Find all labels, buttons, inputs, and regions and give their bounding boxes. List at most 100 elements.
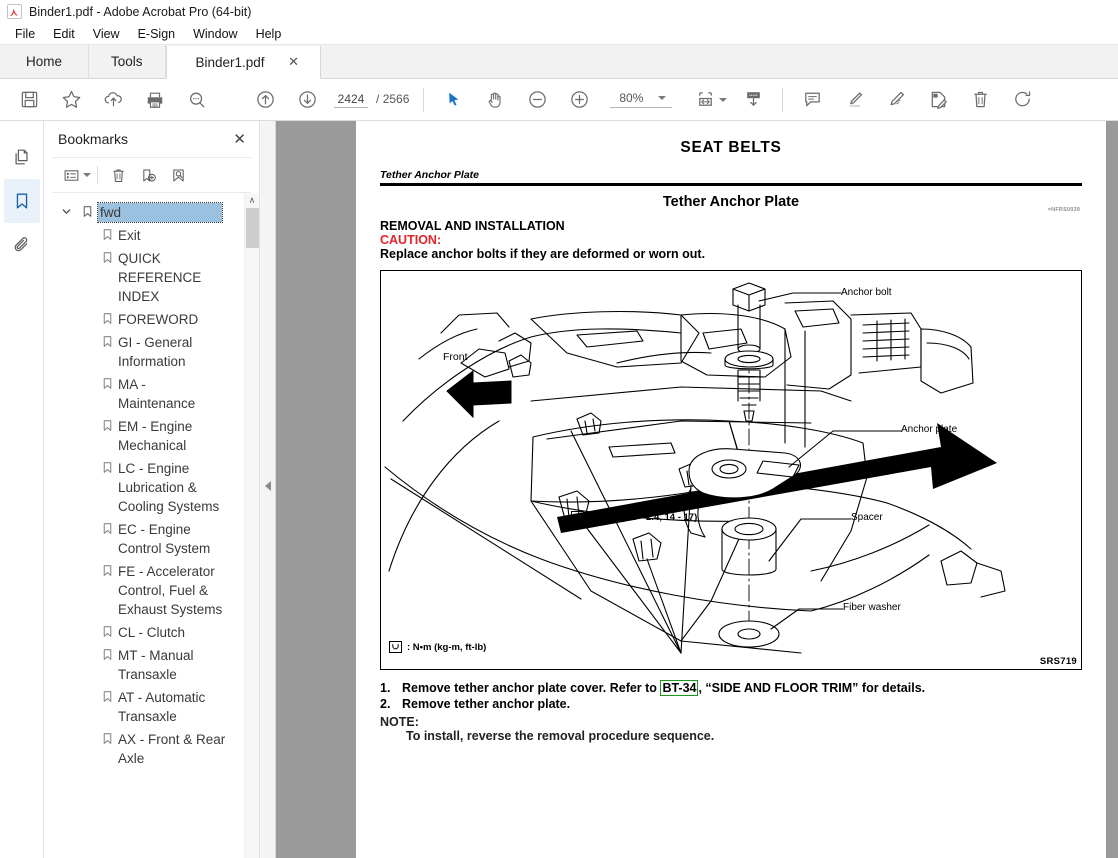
menu-file[interactable]: File bbox=[6, 25, 44, 43]
document-heading: Tether Anchor Plate bbox=[662, 194, 800, 210]
caution-text: Replace anchor bolts if they are deforme… bbox=[380, 247, 706, 261]
bookmarks-icon[interactable] bbox=[3, 179, 40, 223]
toolbar-divider-1 bbox=[423, 87, 425, 112]
comment-button[interactable] bbox=[791, 81, 833, 119]
hand-tool-button[interactable] bbox=[474, 81, 516, 119]
page-navigation: 2424 / 2566 bbox=[334, 92, 409, 108]
step-text-before: Remove tether anchor plate cover. Refer … bbox=[402, 681, 657, 695]
bookmarks-toolbar-divider bbox=[97, 166, 98, 184]
zoom-out-button[interactable] bbox=[516, 81, 558, 119]
legend-text: : N•m (kg-m, ft-lb) bbox=[407, 641, 487, 653]
delete-button[interactable] bbox=[959, 81, 1001, 119]
bookmark-icon bbox=[96, 623, 118, 638]
bookmark-item-fwd[interactable]: fwd bbox=[44, 201, 259, 224]
tab-tools-label: Tools bbox=[111, 54, 143, 69]
step-text: Remove tether anchor plate cover. Refer … bbox=[402, 680, 925, 696]
page-scroll-button[interactable] bbox=[732, 81, 774, 119]
tab-document-binder1[interactable]: Binder1.pdf ✕ bbox=[165, 46, 321, 79]
bookmark-item-ma-maintenance[interactable]: MA - Maintenance bbox=[44, 373, 259, 415]
step-text: Remove tether anchor plate. bbox=[402, 697, 571, 711]
zoom-level-value: 80% bbox=[619, 91, 644, 105]
save-button[interactable] bbox=[8, 81, 50, 119]
bookmark-item-at-automatic-transaxle[interactable]: AT - Automatic Transaxle bbox=[44, 686, 259, 728]
caution-label: CAUTION: bbox=[380, 233, 442, 247]
cross-reference-link[interactable]: BT-34 bbox=[660, 680, 699, 696]
menu-view[interactable]: View bbox=[84, 25, 129, 43]
document-subheading: REMOVAL AND INSTALLATION bbox=[380, 219, 565, 233]
bookmark-item-mt-manual-transaxle[interactable]: MT - Manual Transaxle bbox=[44, 644, 259, 686]
document-reference-code: =NFRS0039 bbox=[1047, 207, 1080, 213]
rotate-button[interactable] bbox=[1001, 81, 1043, 119]
document-viewport[interactable]: SEAT BELTS Tether Anchor Plate Tether An… bbox=[276, 121, 1118, 858]
new-bookmark-button[interactable] bbox=[133, 161, 163, 189]
bookmark-label: Exit bbox=[118, 228, 141, 243]
menu-help[interactable]: Help bbox=[247, 25, 291, 43]
next-page-button[interactable] bbox=[286, 81, 328, 119]
bookmark-options-button[interactable] bbox=[62, 161, 92, 189]
bookmark-icon bbox=[96, 375, 118, 390]
menu-edit[interactable]: Edit bbox=[44, 25, 84, 43]
bookmark-item-foreword[interactable]: FOREWORD bbox=[44, 308, 259, 331]
upload-to-cloud-button[interactable] bbox=[92, 81, 134, 119]
bookmarks-panel-header: Bookmarks ✕ bbox=[44, 121, 259, 157]
bookmark-item-quick-reference-index[interactable]: QUICK REFERENCE INDEX bbox=[44, 247, 259, 308]
bookmark-item-ax-front-rear-axle[interactable]: AX - Front & Rear Axle bbox=[44, 728, 259, 770]
page-thumbnails-icon[interactable] bbox=[4, 135, 40, 179]
zoom-in-button[interactable] bbox=[558, 81, 600, 119]
scrollbar-thumb[interactable] bbox=[246, 208, 259, 248]
draw-button[interactable] bbox=[875, 81, 917, 119]
bookmark-item-ec-engine-control-system[interactable]: EC - Engine Control System bbox=[44, 518, 259, 560]
find-bookmark-button[interactable] bbox=[163, 161, 193, 189]
callout-spacer: Spacer bbox=[851, 512, 883, 523]
fit-width-button[interactable] bbox=[690, 81, 732, 119]
bookmarks-list[interactable]: fwd Exit QUICK REFERENCE INDEX FOREWORD bbox=[44, 193, 259, 858]
collapse-panel-button[interactable] bbox=[262, 469, 274, 503]
bookmark-label: MA - Maintenance bbox=[118, 377, 196, 411]
page-number-input[interactable]: 2424 bbox=[334, 92, 368, 108]
panel-splitter[interactable] bbox=[260, 121, 276, 858]
bookmark-item-exit[interactable]: Exit bbox=[44, 224, 259, 247]
menu-esign[interactable]: E-Sign bbox=[129, 25, 185, 43]
window-title: Binder1.pdf - Adobe Acrobat Pro (64-bit) bbox=[29, 4, 252, 19]
tab-tools[interactable]: Tools bbox=[89, 45, 166, 78]
highlighter-button[interactable] bbox=[833, 81, 875, 119]
bookmark-icon bbox=[96, 226, 118, 241]
bookmark-icon bbox=[96, 646, 118, 661]
figure-line-art bbox=[384, 282, 1006, 654]
bookmark-label: CL - Clutch bbox=[118, 625, 186, 640]
zoom-level-select[interactable]: 80% bbox=[610, 91, 673, 108]
close-icon[interactable]: ✕ bbox=[230, 130, 249, 148]
bookmark-item-gi-general-information[interactable]: GI - General Information bbox=[44, 331, 259, 373]
previous-page-button[interactable] bbox=[244, 81, 286, 119]
scroll-up-icon[interactable]: ∧ bbox=[245, 193, 259, 208]
close-icon[interactable]: ✕ bbox=[287, 54, 301, 70]
find-button[interactable] bbox=[176, 81, 218, 119]
print-button[interactable] bbox=[134, 81, 176, 119]
tab-home[interactable]: Home bbox=[0, 45, 90, 78]
menu-window[interactable]: Window bbox=[184, 25, 246, 43]
bookmark-item-em-engine-mechanical[interactable]: EM - Engine Mechanical bbox=[44, 415, 259, 457]
work-area: Bookmarks ✕ fwd Exit QUICK REFERENCE IND… bbox=[0, 121, 1118, 858]
bookmark-label: QUICK REFERENCE INDEX bbox=[118, 251, 202, 304]
select-tool-button[interactable] bbox=[432, 81, 474, 119]
wrench-icon bbox=[571, 511, 584, 523]
bookmark-item-cl-clutch[interactable]: CL - Clutch bbox=[44, 621, 259, 644]
bookmark-icon bbox=[96, 730, 118, 745]
delete-bookmark-button[interactable] bbox=[103, 161, 133, 189]
chevron-down-icon[interactable] bbox=[56, 203, 76, 217]
tab-strip: Home Tools Binder1.pdf ✕ bbox=[0, 45, 1118, 79]
bookmark-label: MT - Manual Transaxle bbox=[118, 648, 194, 682]
chevron-down-icon bbox=[658, 96, 667, 100]
bookmark-item-lc-engine-lubrication-cooling-systems[interactable]: LC - Engine Lubrication & Cooling System… bbox=[44, 457, 259, 518]
menu-bar: File Edit View E-Sign Window Help bbox=[0, 23, 1118, 45]
callout-anchor-bolt: Anchor bolt bbox=[841, 287, 892, 298]
tab-document-label: Binder1.pdf bbox=[195, 54, 265, 70]
bookmark-icon bbox=[96, 249, 118, 264]
step-item: 1. Remove tether anchor plate cover. Ref… bbox=[380, 680, 1082, 696]
bookmark-item-fe-accelerator-control-fuel-exhaust-systems[interactable]: FE - Accelerator Control, Fuel & Exhaust… bbox=[44, 560, 259, 621]
page-total-label: / 2566 bbox=[376, 92, 409, 106]
attachments-icon[interactable] bbox=[4, 223, 40, 267]
add-to-favorites-button[interactable] bbox=[50, 81, 92, 119]
bookmarks-scrollbar[interactable]: ∧ ∨ bbox=[244, 193, 259, 858]
sign-button[interactable] bbox=[917, 81, 959, 119]
